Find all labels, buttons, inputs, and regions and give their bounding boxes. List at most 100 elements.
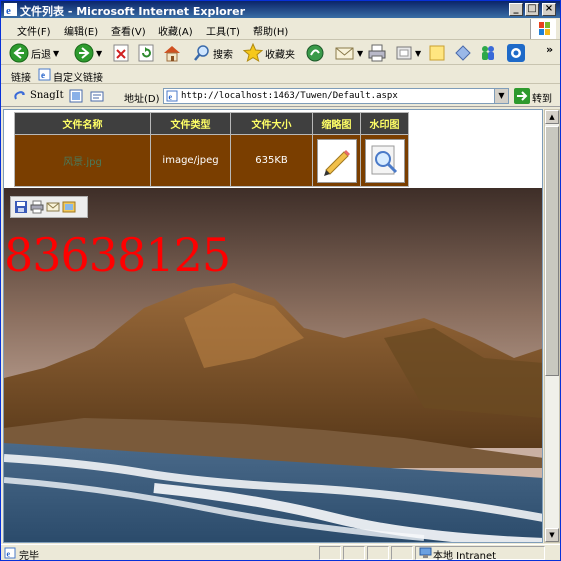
standard-toolbar: 后退 ▼ ▼ 搜索 收藏夹 ▼ ▼ » bbox=[1, 41, 560, 65]
menu-view[interactable]: 查看(V) bbox=[111, 23, 146, 38]
edit-page-icon bbox=[396, 46, 412, 60]
security-zone: 本地 Intranet bbox=[433, 551, 497, 561]
print-button[interactable] bbox=[367, 43, 387, 63]
file-name-cell[interactable]: 风景.jpg bbox=[14, 134, 151, 187]
svg-text:e: e bbox=[6, 5, 11, 16]
menu-file[interactable]: 文件(F) bbox=[17, 23, 51, 38]
file-type-cell: image/jpeg bbox=[150, 134, 231, 187]
page-content: 文件名称 文件类型 文件大小 缩略图 水印图 风景.jpg image/jpeg… bbox=[3, 109, 543, 543]
thumbnail-cell[interactable] bbox=[312, 134, 361, 187]
note-icon bbox=[429, 45, 445, 61]
favorites-label: 收藏夹 bbox=[265, 49, 295, 61]
menu-favorites[interactable]: 收藏(A) bbox=[158, 23, 193, 38]
my-pictures-icon[interactable] bbox=[62, 200, 76, 214]
snagit-capture-button[interactable] bbox=[506, 43, 526, 63]
refresh-button[interactable] bbox=[137, 43, 155, 63]
discuss-button[interactable] bbox=[428, 43, 446, 63]
maximize-button[interactable]: □ bbox=[525, 3, 539, 16]
search-icon bbox=[194, 45, 209, 61]
status-pane-1 bbox=[319, 546, 341, 560]
toolbar-chevron[interactable]: » bbox=[546, 43, 553, 56]
go-label[interactable]: 转到 bbox=[532, 90, 552, 105]
search-button[interactable]: 搜索 bbox=[193, 43, 233, 63]
printer-icon bbox=[368, 44, 386, 62]
pencil-icon bbox=[323, 149, 350, 176]
svg-text:e: e bbox=[41, 70, 45, 80]
ie-window: e 文件列表 - Microsoft Internet Explorer _ □… bbox=[0, 0, 561, 561]
back-arrow-icon bbox=[9, 43, 29, 63]
menu-edit[interactable]: 编辑(E) bbox=[64, 23, 98, 38]
page-icon: e bbox=[166, 90, 178, 102]
minimize-button[interactable]: _ bbox=[509, 3, 523, 16]
snagit-label[interactable]: SnagIt bbox=[30, 90, 64, 101]
link-page-icon: e bbox=[38, 68, 51, 81]
landscape-photo: 83638125 bbox=[4, 188, 542, 542]
go-arrow-icon[interactable] bbox=[514, 88, 530, 104]
snagit-options-icon[interactable] bbox=[90, 89, 104, 103]
email-icon[interactable] bbox=[46, 200, 60, 214]
scroll-thumb[interactable] bbox=[545, 126, 559, 376]
forward-dropdown-icon[interactable]: ▼ bbox=[96, 49, 102, 58]
home-button[interactable] bbox=[162, 43, 182, 63]
address-bar: SnagIt 地址(D) e http://localhost:1463/Tuw… bbox=[1, 85, 560, 107]
address-input[interactable]: e http://localhost:1463/Tuwen/Default.as… bbox=[163, 88, 509, 104]
scroll-up-icon[interactable]: ▲ bbox=[545, 110, 559, 124]
col-file-name: 文件名称 bbox=[14, 112, 151, 135]
table-row: 风景.jpg image/jpeg 635KB bbox=[14, 134, 409, 187]
scroll-down-icon[interactable]: ▼ bbox=[545, 528, 559, 542]
menu-help[interactable]: 帮助(H) bbox=[253, 23, 288, 38]
forward-button[interactable]: ▼ bbox=[74, 43, 102, 63]
status-bar: e 完毕 本地 Intranet bbox=[1, 544, 560, 561]
mail-dropdown-icon[interactable]: ▼ bbox=[357, 49, 363, 58]
svg-text:e: e bbox=[169, 93, 173, 102]
menu-tools[interactable]: 工具(T) bbox=[206, 23, 240, 38]
col-file-type: 文件类型 bbox=[150, 112, 231, 135]
links-label: 链接 bbox=[11, 73, 31, 84]
back-button[interactable]: 后退 ▼ bbox=[9, 43, 59, 63]
thumbnail-image[interactable] bbox=[316, 138, 357, 183]
watermark-text: 83638125 bbox=[4, 228, 231, 282]
links-bar: 链接 e 自定义链接 bbox=[1, 66, 560, 84]
image-toolbar bbox=[10, 196, 88, 218]
print-icon[interactable] bbox=[30, 200, 44, 214]
messenger-button[interactable] bbox=[478, 43, 498, 63]
favorites-button[interactable]: 收藏夹 bbox=[243, 43, 295, 63]
research-icon bbox=[455, 45, 471, 61]
col-file-size: 文件大小 bbox=[230, 112, 313, 135]
media-button[interactable] bbox=[305, 43, 325, 63]
home-icon bbox=[164, 46, 180, 62]
watermark-image[interactable] bbox=[364, 138, 405, 183]
title-bar[interactable]: e 文件列表 - Microsoft Internet Explorer _ □… bbox=[1, 1, 560, 18]
star-icon bbox=[243, 43, 263, 63]
close-button[interactable]: × bbox=[542, 3, 556, 16]
snagit-capture-icon bbox=[507, 44, 525, 62]
windows-logo-icon bbox=[530, 19, 556, 39]
col-watermark: 水印图 bbox=[360, 112, 409, 135]
ie-app-icon: e bbox=[4, 3, 17, 16]
forward-arrow-icon bbox=[74, 43, 94, 63]
address-url: http://localhost:1463/Tuwen/Default.aspx bbox=[181, 91, 398, 101]
edit-page-button[interactable]: ▼ bbox=[395, 43, 421, 63]
stop-button[interactable] bbox=[112, 43, 130, 63]
search-label: 搜索 bbox=[213, 49, 233, 61]
save-icon[interactable] bbox=[14, 200, 28, 214]
snagit-icon bbox=[14, 91, 25, 100]
status-pane-3 bbox=[367, 546, 389, 560]
watermark-cell[interactable] bbox=[360, 134, 409, 187]
back-dropdown-icon[interactable]: ▼ bbox=[53, 49, 59, 58]
edit-page-dropdown-icon[interactable]: ▼ bbox=[415, 49, 421, 58]
mail-button[interactable]: ▼ bbox=[335, 43, 363, 63]
vertical-scrollbar[interactable]: ▲ ▼ bbox=[544, 109, 560, 543]
snagit-window-icon[interactable] bbox=[69, 89, 83, 103]
magnifier-icon bbox=[371, 145, 397, 174]
status-pane-4 bbox=[391, 546, 413, 560]
address-dropdown-icon[interactable]: ▼ bbox=[494, 89, 508, 103]
done-page-icon: e bbox=[4, 547, 16, 559]
intranet-icon bbox=[419, 547, 432, 558]
window-title: 文件列表 - Microsoft Internet Explorer bbox=[20, 5, 245, 18]
menu-bar: 文件(F) 编辑(E) 查看(V) 收藏(A) 工具(T) 帮助(H) bbox=[1, 19, 560, 40]
status-text: 完毕 bbox=[19, 551, 39, 561]
research-button[interactable] bbox=[454, 43, 472, 63]
mail-icon bbox=[335, 47, 354, 60]
custom-links-item[interactable]: 自定义链接 bbox=[53, 69, 103, 84]
